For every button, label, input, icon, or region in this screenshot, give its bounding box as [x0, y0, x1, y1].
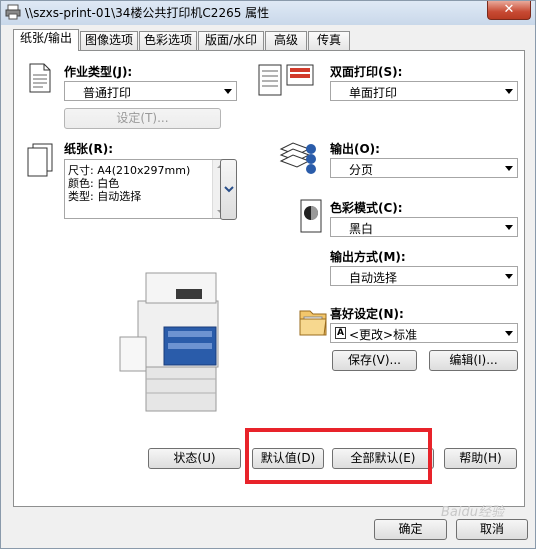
paper-more-button[interactable]: [220, 159, 237, 220]
job-settings-button[interactable]: 设定(T)...: [64, 108, 221, 129]
paper-type-line: 类型: 自动选择: [68, 190, 142, 203]
dropdown-arrow-icon: [505, 225, 513, 230]
printer-icon: [5, 4, 21, 20]
duplex-icon: [258, 64, 314, 96]
favorites-value: <更改>标准: [349, 328, 418, 342]
duplex-value: 单面打印: [349, 86, 398, 100]
edit-button[interactable]: 编辑(I)...: [429, 350, 518, 371]
output-method-select[interactable]: 自动选择: [330, 266, 518, 286]
dropdown-arrow-icon: [505, 89, 513, 94]
job-type-value: 普通打印: [83, 86, 132, 100]
job-type-label: 作业类型(J):: [64, 65, 133, 79]
document-icon: [29, 63, 51, 93]
printer-properties-window: \\szxs-print-01\34楼公共打印机C2265 属性 ✕ 纸张/输出…: [0, 0, 536, 549]
duplex-label: 双面打印(S):: [330, 65, 403, 79]
paper-label: 纸张(R):: [64, 142, 114, 156]
favorite-a-icon: A: [335, 327, 346, 339]
tab-advanced[interactable]: 高级: [265, 31, 307, 50]
ok-button[interactable]: 确定: [374, 519, 447, 540]
favorites-label: 喜好设定(N):: [330, 307, 404, 321]
dropdown-arrow-icon: [505, 274, 513, 279]
color-mode-icon: [300, 199, 322, 233]
tab-layout-watermark[interactable]: 版面/水印: [198, 31, 264, 50]
color-mode-value: 黑白: [349, 222, 374, 236]
color-mode-label: 色彩模式(C):: [330, 201, 403, 215]
favorites-select[interactable]: A <更改>标准: [330, 323, 518, 343]
save-button[interactable]: 保存(V)...: [332, 350, 417, 371]
output-select[interactable]: 分页: [330, 158, 518, 178]
collate-icon: [279, 142, 316, 174]
window-title: \\szxs-print-01\34楼公共打印机C2265 属性: [25, 6, 270, 20]
job-type-select[interactable]: 普通打印: [64, 81, 237, 101]
duplex-select[interactable]: 单面打印: [330, 81, 518, 101]
tab-fax[interactable]: 传真: [308, 31, 350, 50]
title-bar[interactable]: \\szxs-print-01\34楼公共打印机C2265 属性 ✕: [1, 1, 535, 25]
dropdown-arrow-icon: [224, 89, 232, 94]
close-button[interactable]: ✕: [487, 1, 531, 20]
output-value: 分页: [349, 163, 374, 177]
color-mode-select[interactable]: 黑白: [330, 217, 518, 237]
status-button[interactable]: 状态(U): [148, 448, 241, 469]
cancel-button[interactable]: 取消: [456, 519, 528, 540]
dropdown-arrow-icon: [505, 166, 513, 171]
output-method-value: 自动选择: [349, 271, 398, 285]
tab-paper-output[interactable]: 纸张/输出: [13, 29, 79, 51]
help-button[interactable]: 帮助(H): [444, 448, 517, 469]
dropdown-arrow-icon: [505, 331, 513, 336]
paper-stack-icon: [27, 143, 53, 177]
output-method-label: 输出方式(M):: [330, 250, 406, 264]
tab-color-options[interactable]: 色彩选项: [139, 31, 197, 50]
folder-icon: [299, 310, 327, 336]
printer-illustration: [119, 272, 219, 412]
close-icon: ✕: [503, 2, 515, 17]
tab-image-options[interactable]: 图像选项: [80, 31, 138, 50]
chevron-down-icon: [224, 186, 234, 193]
output-label: 输出(O):: [330, 142, 380, 156]
highlight-box: [245, 428, 432, 484]
watermark: Baidu经验: [441, 505, 504, 520]
paper-info-list[interactable]: 尺寸: A4(210x297mm) 颜色: 白色 类型: 自动选择: [64, 159, 229, 219]
